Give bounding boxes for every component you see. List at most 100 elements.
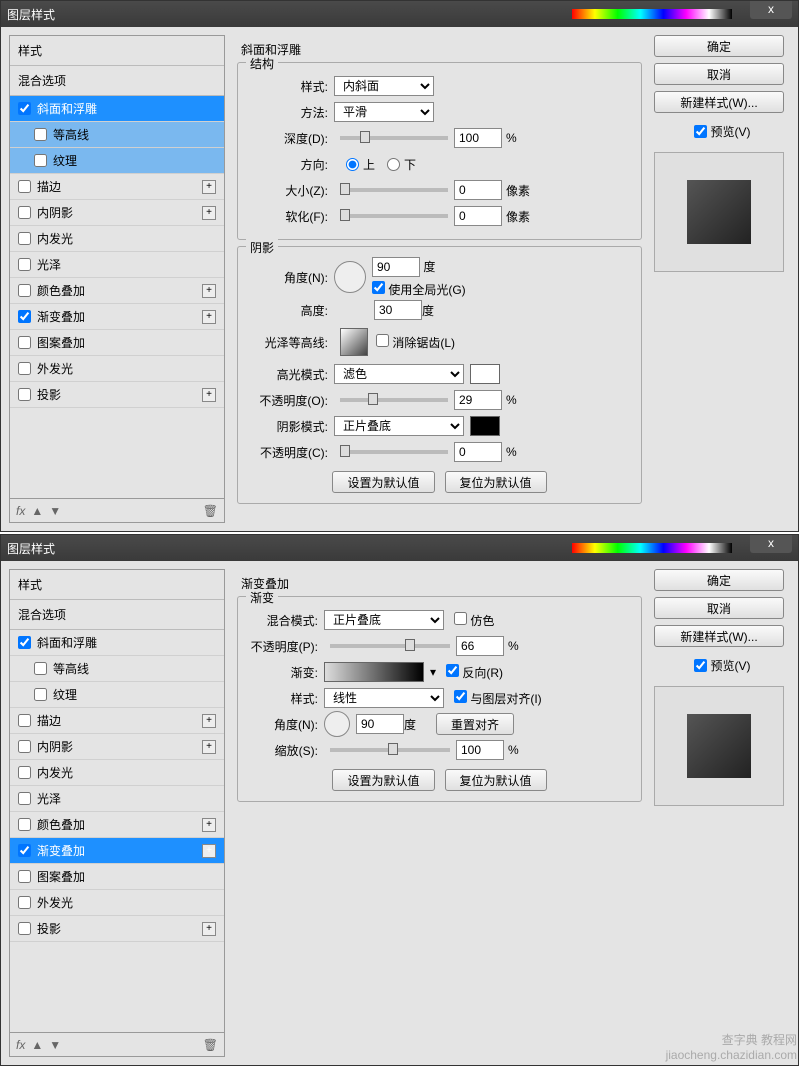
make-default-button[interactable]: 设置为默认值: [332, 471, 434, 493]
style-contour[interactable]: 等高线: [10, 656, 224, 682]
style-gradient-overlay[interactable]: 渐变叠加+: [10, 304, 224, 330]
gradient-picker[interactable]: [324, 662, 424, 682]
soften-slider[interactable]: [340, 214, 448, 218]
close-icon[interactable]: x: [750, 1, 792, 19]
scale-input[interactable]: [456, 740, 504, 760]
styles-header[interactable]: 样式: [10, 570, 224, 600]
add-icon[interactable]: +: [202, 844, 216, 858]
add-icon[interactable]: +: [202, 388, 216, 402]
antialias-check[interactable]: [376, 334, 389, 347]
depth-input[interactable]: [454, 128, 502, 148]
shadow-mode-select[interactable]: 正片叠底: [334, 416, 464, 436]
style-select[interactable]: 内斜面: [334, 76, 434, 96]
trash-icon[interactable]: 🗑: [203, 1038, 218, 1052]
add-icon[interactable]: +: [202, 310, 216, 324]
opacity-slider[interactable]: [330, 644, 450, 648]
titlebar[interactable]: 图层样式 x: [1, 1, 798, 27]
style-color-overlay[interactable]: 颜色叠加+: [10, 812, 224, 838]
style-gradient-overlay[interactable]: 渐变叠加+: [10, 838, 224, 864]
watermark: 查字典 教程网 jiaocheng.chazidian.com: [666, 1031, 797, 1062]
style-color-overlay[interactable]: 颜色叠加+: [10, 278, 224, 304]
reset-align-button[interactable]: 重置对齐: [436, 713, 514, 735]
preview-check[interactable]: [694, 659, 707, 672]
style-texture[interactable]: 纹理: [10, 148, 224, 174]
blend-mode-select[interactable]: 正片叠底: [324, 610, 444, 630]
highlight-opacity-input[interactable]: [454, 390, 502, 410]
arrow-down-icon[interactable]: ▼: [49, 1038, 61, 1052]
angle-dial[interactable]: [324, 711, 350, 737]
style-inner-glow[interactable]: 内发光: [10, 760, 224, 786]
angle-dial[interactable]: [334, 261, 366, 293]
reset-default-button[interactable]: 复位为默认值: [445, 769, 547, 791]
add-icon[interactable]: +: [202, 818, 216, 832]
new-style-button[interactable]: 新建样式(W)...: [654, 625, 784, 647]
reverse-check[interactable]: [446, 664, 459, 677]
style-drop-shadow[interactable]: 投影+: [10, 916, 224, 942]
size-slider[interactable]: [340, 188, 448, 192]
style-texture[interactable]: 纹理: [10, 682, 224, 708]
new-style-button[interactable]: 新建样式(W)...: [654, 91, 784, 113]
style-stroke[interactable]: 描边+: [10, 174, 224, 200]
shadow-opacity-slider[interactable]: [340, 450, 448, 454]
style-satin[interactable]: 光泽: [10, 252, 224, 278]
close-icon[interactable]: x: [750, 535, 792, 553]
gloss-contour[interactable]: [340, 328, 368, 356]
style-bevel[interactable]: 斜面和浮雕: [10, 630, 224, 656]
dir-up-radio[interactable]: [346, 158, 359, 171]
angle-input[interactable]: [356, 714, 404, 734]
add-icon[interactable]: +: [202, 714, 216, 728]
fx-icon[interactable]: fx: [16, 1038, 25, 1052]
scale-slider[interactable]: [330, 748, 450, 752]
gradient-style-select[interactable]: 线性: [324, 688, 444, 708]
style-inner-glow[interactable]: 内发光: [10, 226, 224, 252]
style-pattern-overlay[interactable]: 图案叠加: [10, 864, 224, 890]
style-bevel[interactable]: 斜面和浮雕: [10, 96, 224, 122]
shadow-opacity-input[interactable]: [454, 442, 502, 462]
style-inner-shadow[interactable]: 内阴影+: [10, 734, 224, 760]
style-outer-glow[interactable]: 外发光: [10, 890, 224, 916]
style-inner-shadow[interactable]: 内阴影+: [10, 200, 224, 226]
angle-input[interactable]: [372, 257, 420, 277]
blend-options[interactable]: 混合选项: [10, 66, 224, 96]
blend-options[interactable]: 混合选项: [10, 600, 224, 630]
size-input[interactable]: [454, 180, 502, 200]
make-default-button[interactable]: 设置为默认值: [332, 769, 434, 791]
align-check[interactable]: [454, 690, 467, 703]
cancel-button[interactable]: 取消: [654, 597, 784, 619]
reset-default-button[interactable]: 复位为默认值: [445, 471, 547, 493]
arrow-down-icon[interactable]: ▼: [49, 504, 61, 518]
style-stroke[interactable]: 描边+: [10, 708, 224, 734]
style-pattern-overlay[interactable]: 图案叠加: [10, 330, 224, 356]
style-outer-glow[interactable]: 外发光: [10, 356, 224, 382]
style-contour[interactable]: 等高线: [10, 122, 224, 148]
opacity-input[interactable]: [456, 636, 504, 656]
add-icon[interactable]: +: [202, 206, 216, 220]
global-light-check[interactable]: [372, 281, 385, 294]
highlight-opacity-slider[interactable]: [340, 398, 448, 402]
highlight-mode-select[interactable]: 滤色: [334, 364, 464, 384]
style-satin[interactable]: 光泽: [10, 786, 224, 812]
soften-input[interactable]: [454, 206, 502, 226]
shadow-color[interactable]: [470, 416, 500, 436]
cancel-button[interactable]: 取消: [654, 63, 784, 85]
depth-slider[interactable]: [340, 136, 448, 140]
arrow-up-icon[interactable]: ▲: [31, 504, 43, 518]
preview-check[interactable]: [694, 125, 707, 138]
ok-button[interactable]: 确定: [654, 35, 784, 57]
fx-icon[interactable]: fx: [16, 504, 25, 518]
ok-button[interactable]: 确定: [654, 569, 784, 591]
add-icon[interactable]: +: [202, 740, 216, 754]
titlebar[interactable]: 图层样式 x: [1, 535, 798, 561]
styles-header[interactable]: 样式: [10, 36, 224, 66]
arrow-up-icon[interactable]: ▲: [31, 1038, 43, 1052]
method-select[interactable]: 平滑: [334, 102, 434, 122]
style-drop-shadow[interactable]: 投影+: [10, 382, 224, 408]
add-icon[interactable]: +: [202, 180, 216, 194]
altitude-input[interactable]: [374, 300, 422, 320]
add-icon[interactable]: +: [202, 284, 216, 298]
highlight-color[interactable]: [470, 364, 500, 384]
dither-check[interactable]: [454, 612, 467, 625]
add-icon[interactable]: +: [202, 922, 216, 936]
trash-icon[interactable]: 🗑: [203, 504, 218, 518]
dir-down-radio[interactable]: [387, 158, 400, 171]
